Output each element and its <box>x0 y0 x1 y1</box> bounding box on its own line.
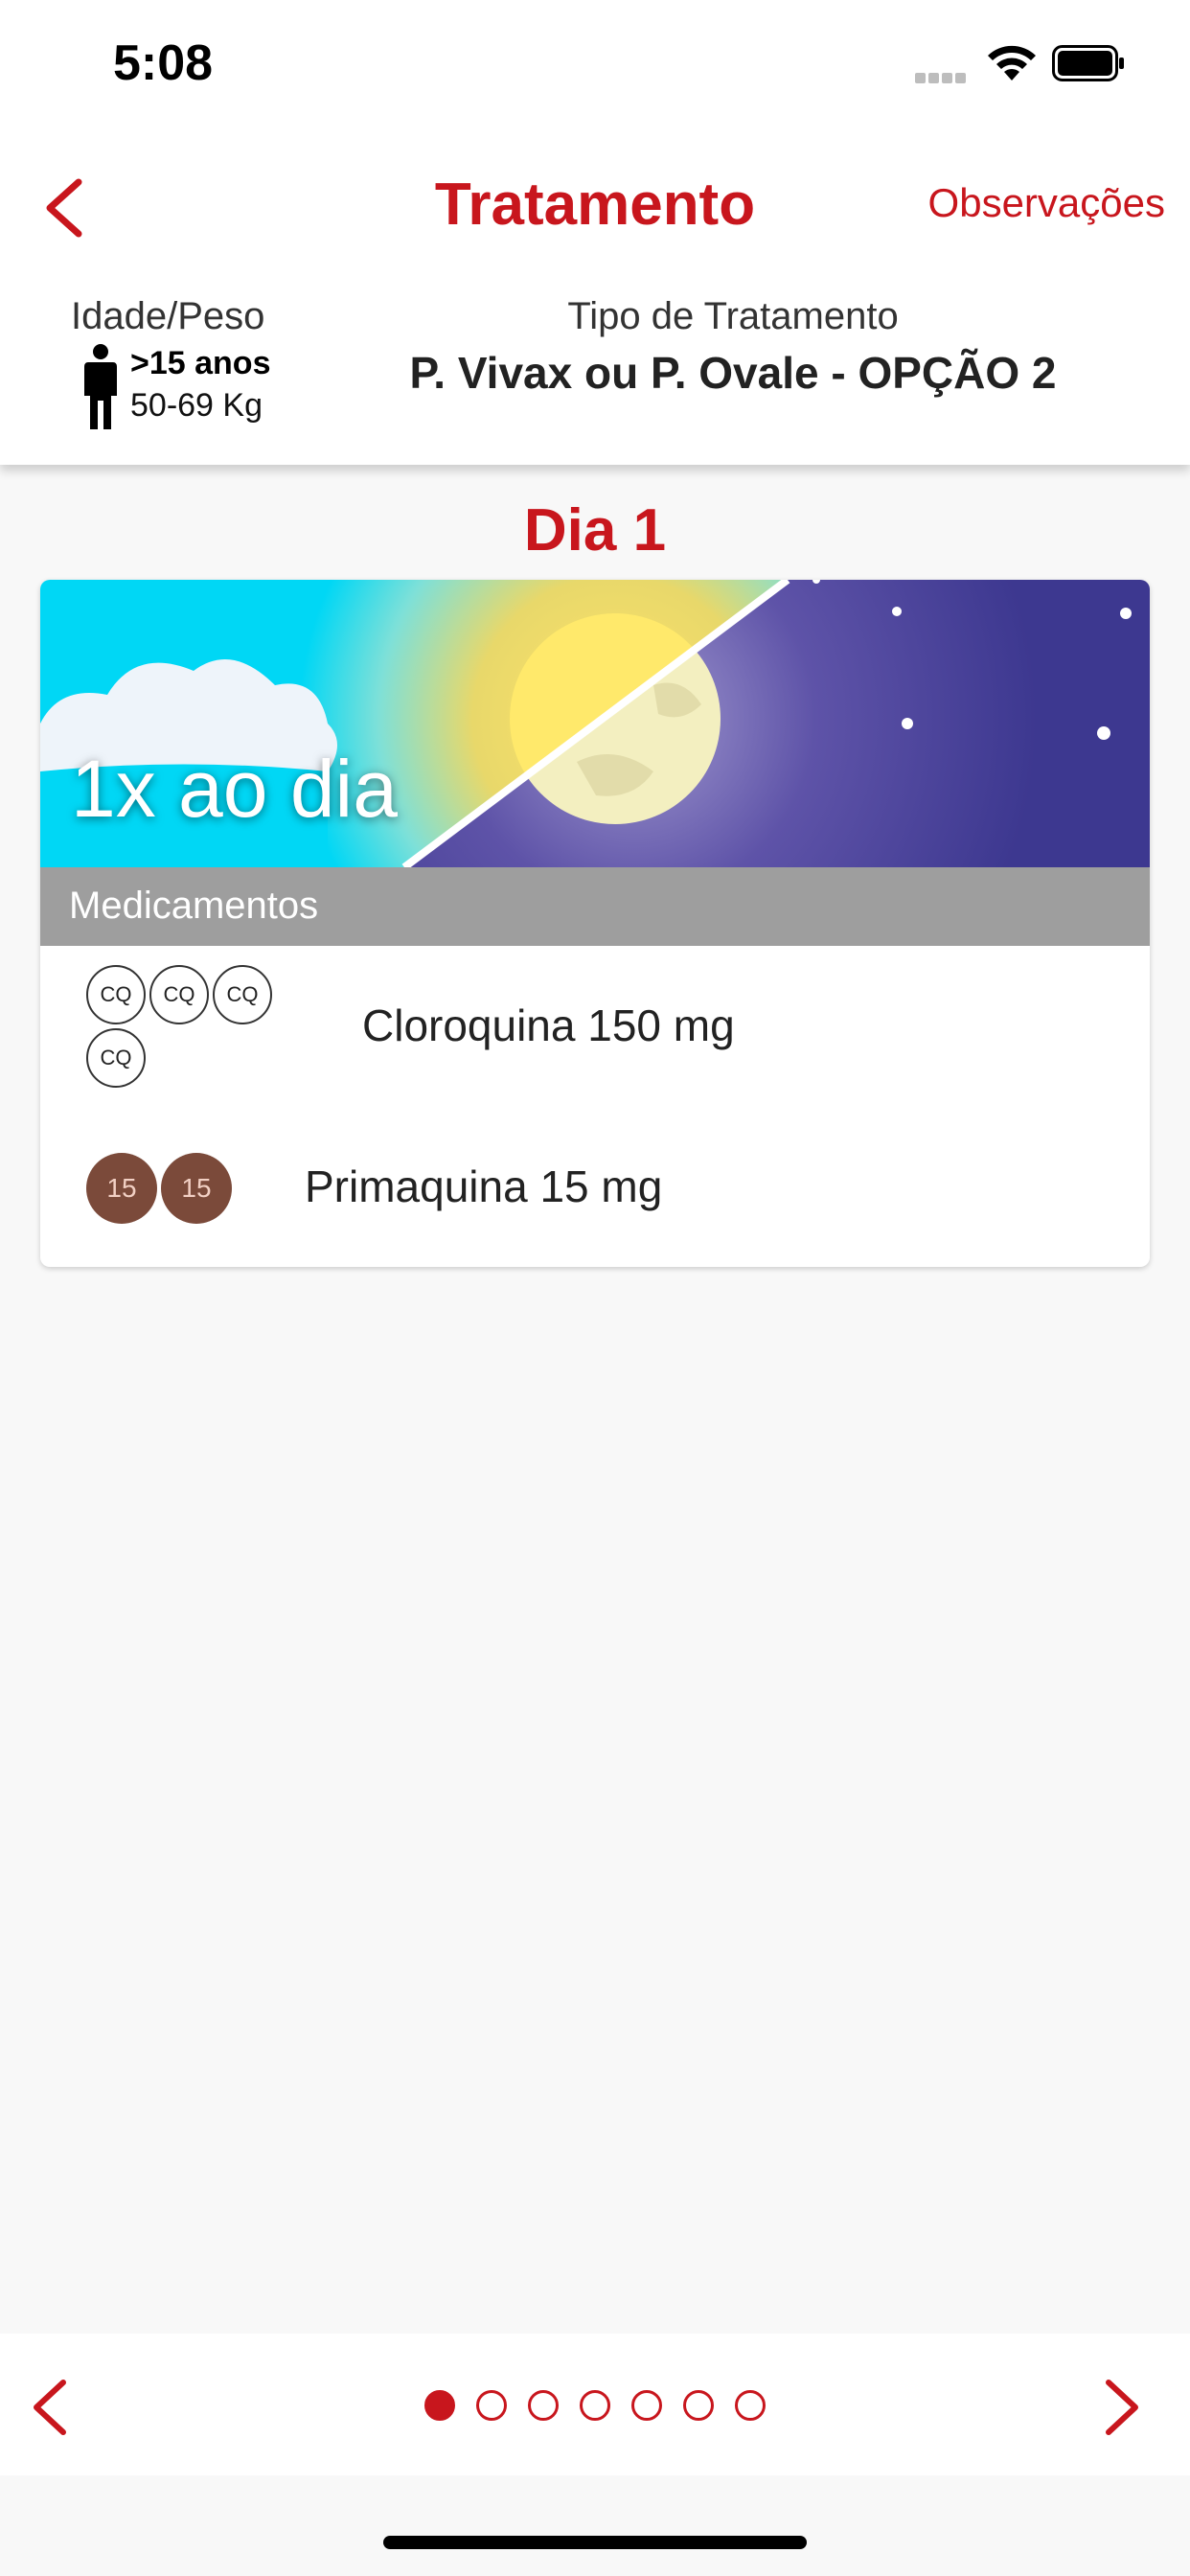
header: 5:08 Tratamento Observações Idade/Peso >… <box>0 0 1190 465</box>
previous-day-button[interactable] <box>27 2377 75 2438</box>
weight-value: 50-69 Kg <box>130 387 263 424</box>
signal-icon <box>915 71 973 83</box>
home-indicator <box>383 2536 807 2549</box>
wifi-icon <box>988 45 1036 80</box>
pill-icon: CQ <box>149 965 209 1024</box>
pill-icon: CQ <box>213 965 272 1024</box>
page-dot-4[interactable] <box>580 2390 610 2421</box>
person-icon <box>84 344 117 429</box>
medication-name: Primaquina 15 mg <box>305 1162 663 1211</box>
page-dot-7[interactable] <box>735 2390 766 2421</box>
treatment-type-label: Tipo de Tratamento <box>567 295 899 337</box>
treatment-card: 1x ao dia Medicamentos CQ CQ CQ CQ Cloro… <box>40 580 1150 1267</box>
pill-icon: CQ <box>86 1028 146 1088</box>
back-button[interactable] <box>40 174 90 242</box>
age-value: >15 anos <box>130 345 271 381</box>
next-day-button[interactable] <box>1097 2377 1145 2438</box>
age-weight-label: Idade/Peso <box>71 295 265 337</box>
treatment-type-value: P. Vivax ou P. Ovale - OPÇÃO 2 <box>409 348 1057 398</box>
page-dot-2[interactable] <box>476 2390 507 2421</box>
pill-icon: 15 <box>86 1153 157 1224</box>
observations-button[interactable]: Observações <box>928 180 1165 226</box>
frequency-label: 1x ao dia <box>71 744 398 834</box>
battery-icon <box>1052 45 1124 81</box>
page-dot-5[interactable] <box>631 2390 662 2421</box>
status-time: 5:08 <box>113 35 214 91</box>
day-title: Dia 1 <box>523 497 667 564</box>
page-dot-1[interactable] <box>424 2390 455 2421</box>
medication-name: Cloroquina 150 mg <box>362 1000 735 1050</box>
medications-header-label: Medicamentos <box>69 885 319 927</box>
medications-header: Medicamentos <box>40 867 1150 946</box>
pill-icon: 15 <box>161 1153 232 1224</box>
page-dot-6[interactable] <box>683 2390 714 2421</box>
pill-icon: CQ <box>86 965 146 1024</box>
page-dot-3[interactable] <box>528 2390 559 2421</box>
